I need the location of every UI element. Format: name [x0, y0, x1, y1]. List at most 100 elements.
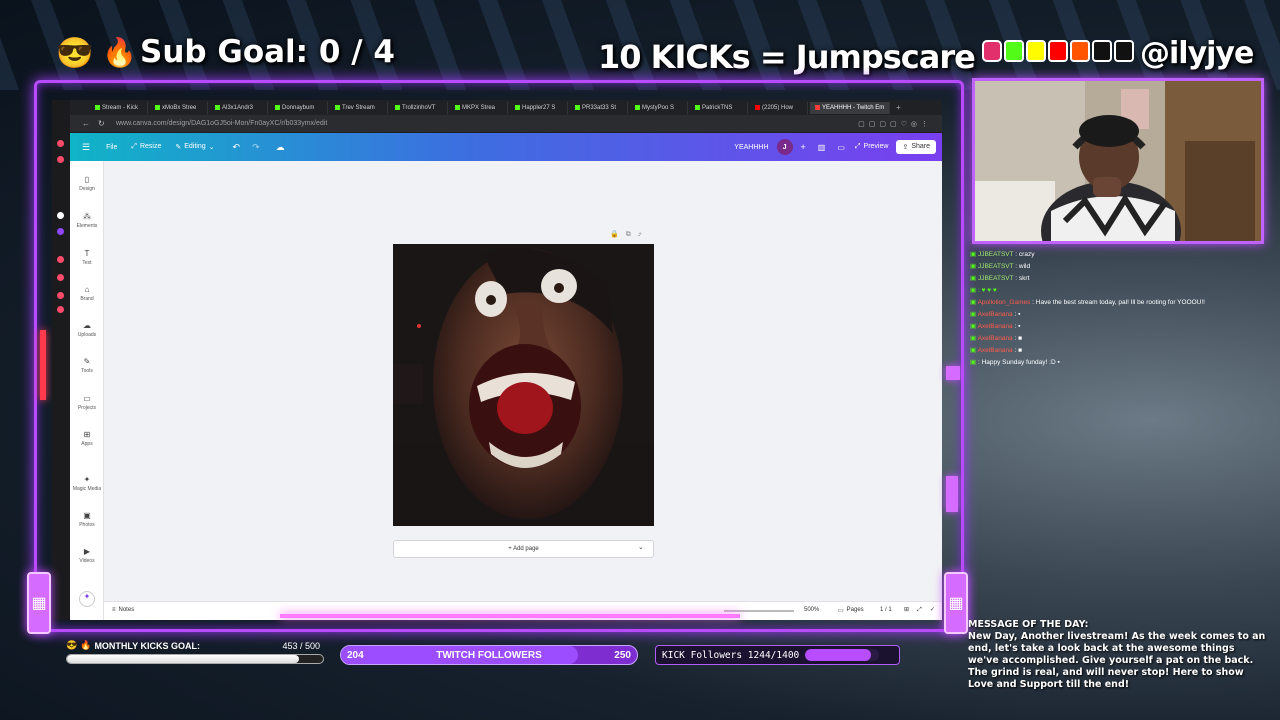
- monthly-goal-value: 453 / 500: [282, 640, 320, 651]
- rail-magic-media[interactable]: ✦ Magic Media: [70, 475, 104, 492]
- add-page-button[interactable]: + Add page: [393, 540, 654, 558]
- streamer-handle: @ilyjye: [1140, 36, 1254, 71]
- chat-message: ▣ JJBEATSVT : crazy: [970, 251, 1035, 258]
- comment-icon[interactable]: ▭: [837, 143, 845, 152]
- rail-brand[interactable]: ⌂ Brand: [70, 285, 104, 302]
- file-menu[interactable]: File: [106, 144, 117, 151]
- instagram-icon: [982, 40, 1002, 62]
- webcam-feed: [972, 78, 1264, 244]
- notes-button[interactable]: ≡ Notes: [112, 607, 134, 613]
- chat-message: ▣ : ♥ ♥ ♥: [970, 287, 997, 294]
- brand-icon: ⌂: [84, 285, 90, 294]
- photos-icon: ▣: [83, 511, 91, 520]
- emote-icon: ▪: [1018, 323, 1021, 330]
- reload-icon[interactable]: ↻: [98, 119, 105, 128]
- kick-badge-icon: ▣: [970, 299, 978, 306]
- controller-icon: ▦: [948, 595, 964, 612]
- twitch-followers-current: 204: [347, 649, 364, 661]
- resize-button[interactable]: ⤢ Resize: [131, 143, 161, 151]
- kick-badge-icon: ▣: [970, 311, 978, 318]
- rail-text[interactable]: T Text: [70, 249, 104, 266]
- rail-apps[interactable]: ⊞ Apps: [70, 430, 104, 447]
- rail-tools[interactable]: ✎ Tools: [70, 357, 104, 374]
- resize-icon: ⤢: [131, 143, 137, 150]
- browser-tab[interactable]: PatrickTNS: [690, 101, 748, 114]
- browser-tab[interactable]: Trev Stream: [330, 101, 388, 114]
- chevron-down-icon[interactable]: ⌄: [638, 543, 644, 551]
- rail-projects[interactable]: ▭ Projects: [70, 394, 104, 411]
- kick-badge-icon: ▣: [970, 359, 978, 366]
- neon-accent-square: [946, 366, 960, 380]
- pencil-icon: ✎: [175, 144, 182, 151]
- tab-favicon-icon: [215, 105, 220, 110]
- controller-icon: ▦: [31, 595, 47, 612]
- page-tools[interactable]: 🔒⧉⤴: [610, 230, 649, 239]
- design-icon: ▯: [84, 175, 90, 184]
- strip-dot-icon: [57, 228, 64, 235]
- strip-dot-icon: [57, 140, 64, 147]
- design-page-image[interactable]: [393, 244, 654, 526]
- share-button[interactable]: ⇪ Share: [896, 140, 936, 154]
- browser-tab[interactable]: Al3x1Andr3: [210, 101, 268, 114]
- browser-tab[interactable]: xMoBx Stree: [150, 101, 208, 114]
- right-scroll-area: [928, 231, 938, 511]
- tab-favicon-icon: [635, 105, 640, 110]
- analytics-icon[interactable]: ▥: [818, 143, 826, 152]
- browser-tab[interactable]: Donnaybum: [270, 101, 328, 114]
- avatar[interactable]: J: [776, 139, 793, 155]
- message-of-the-day: MESSAGE OF THE DAY: New Day, Another liv…: [968, 619, 1268, 691]
- sparkle-icon: ✦: [79, 591, 95, 607]
- zoom-slider[interactable]: [724, 610, 794, 612]
- back-icon[interactable]: ←: [82, 119, 90, 128]
- strip-dot-icon: [57, 212, 64, 219]
- pages-icon: ▭: [838, 608, 844, 614]
- emote-icon: ■: [1018, 347, 1023, 354]
- rail-uploads[interactable]: ☁ Uploads: [70, 321, 104, 338]
- rail-design[interactable]: ▯ Design: [70, 175, 104, 192]
- magic-button[interactable]: ✦: [70, 591, 104, 607]
- pages-button[interactable]: ▭ Pages: [838, 607, 864, 614]
- browser-tab[interactable]: Stream - Kick: [90, 101, 148, 114]
- browser-tab[interactable]: TrollzinhoVT: [390, 101, 448, 114]
- right-side-tab: ▦: [944, 572, 968, 634]
- extension-icons[interactable]: ▢▢▢▢♡◎⋮: [858, 120, 932, 128]
- uploads-icon: ☁: [83, 321, 91, 330]
- soundcloud-icon: [1070, 40, 1090, 62]
- new-tab-icon[interactable]: +: [892, 103, 901, 112]
- browser-tab[interactable]: MKPX Strea: [450, 101, 508, 114]
- x-icon: [1114, 40, 1134, 62]
- tab-favicon-icon: [515, 105, 520, 110]
- browser-window: Stream - Kick xMoBx Stree Al3x1Andr3 Don…: [52, 100, 942, 620]
- strip-dot-icon: [57, 156, 64, 163]
- preview-button[interactable]: ⤢ Preview: [855, 143, 889, 151]
- kick-jumpscare-text: 10 KICKs = Jumpscare: [598, 38, 976, 76]
- kick-badge-icon: ▣: [970, 251, 978, 258]
- webcam-image: [975, 81, 1261, 241]
- rail-videos[interactable]: ▶ Videos: [70, 547, 104, 564]
- browser-tab[interactable]: Happler27 S: [510, 101, 568, 114]
- motd-text: New Day, Another livestream! As the week…: [968, 631, 1266, 690]
- browser-tab[interactable]: (2205) How: [750, 101, 808, 114]
- rail-photos[interactable]: ▣ Photos: [70, 511, 104, 528]
- chat-message: ▣ AxelBanana : ▪: [970, 323, 1021, 330]
- tab-favicon-icon: [575, 105, 580, 110]
- chat-message: ▣ : Happy Sunday funday! :D ▪: [970, 359, 1060, 366]
- undo-icon[interactable]: ↶: [233, 142, 241, 153]
- menu-icon[interactable]: ☰: [82, 142, 90, 153]
- kick-badge-icon: ▣: [970, 323, 978, 330]
- zoom-level[interactable]: 500%: [804, 607, 819, 613]
- chat-message: ▣ Apollolion_Games : Have the best strea…: [970, 299, 1205, 306]
- rail-elements[interactable]: ⁂ Elements: [70, 212, 104, 229]
- cloud-save-icon[interactable]: ☁: [276, 142, 285, 153]
- add-collaborator-icon[interactable]: +: [801, 142, 806, 152]
- editing-dropdown[interactable]: ✎ Editing ⌄: [175, 143, 214, 151]
- browser-tab[interactable]: MystyPoo S: [630, 101, 688, 114]
- address-bar-url[interactable]: www.canva.com/design/DAG1oGJ5oi-Mon/Fn0a…: [116, 120, 327, 127]
- redo-icon[interactable]: ↷: [252, 142, 260, 153]
- view-controls-icons[interactable]: ⊞⤢✓?: [904, 606, 942, 614]
- browser-tab[interactable]: PR33at33 St: [570, 101, 628, 114]
- tab-favicon-icon: [275, 105, 280, 110]
- design-name[interactable]: YEAHHHH: [734, 144, 768, 151]
- tab-favicon-icon: [335, 105, 340, 110]
- browser-tab-active[interactable]: YEAHHHH - Twitch Em: [810, 101, 890, 114]
